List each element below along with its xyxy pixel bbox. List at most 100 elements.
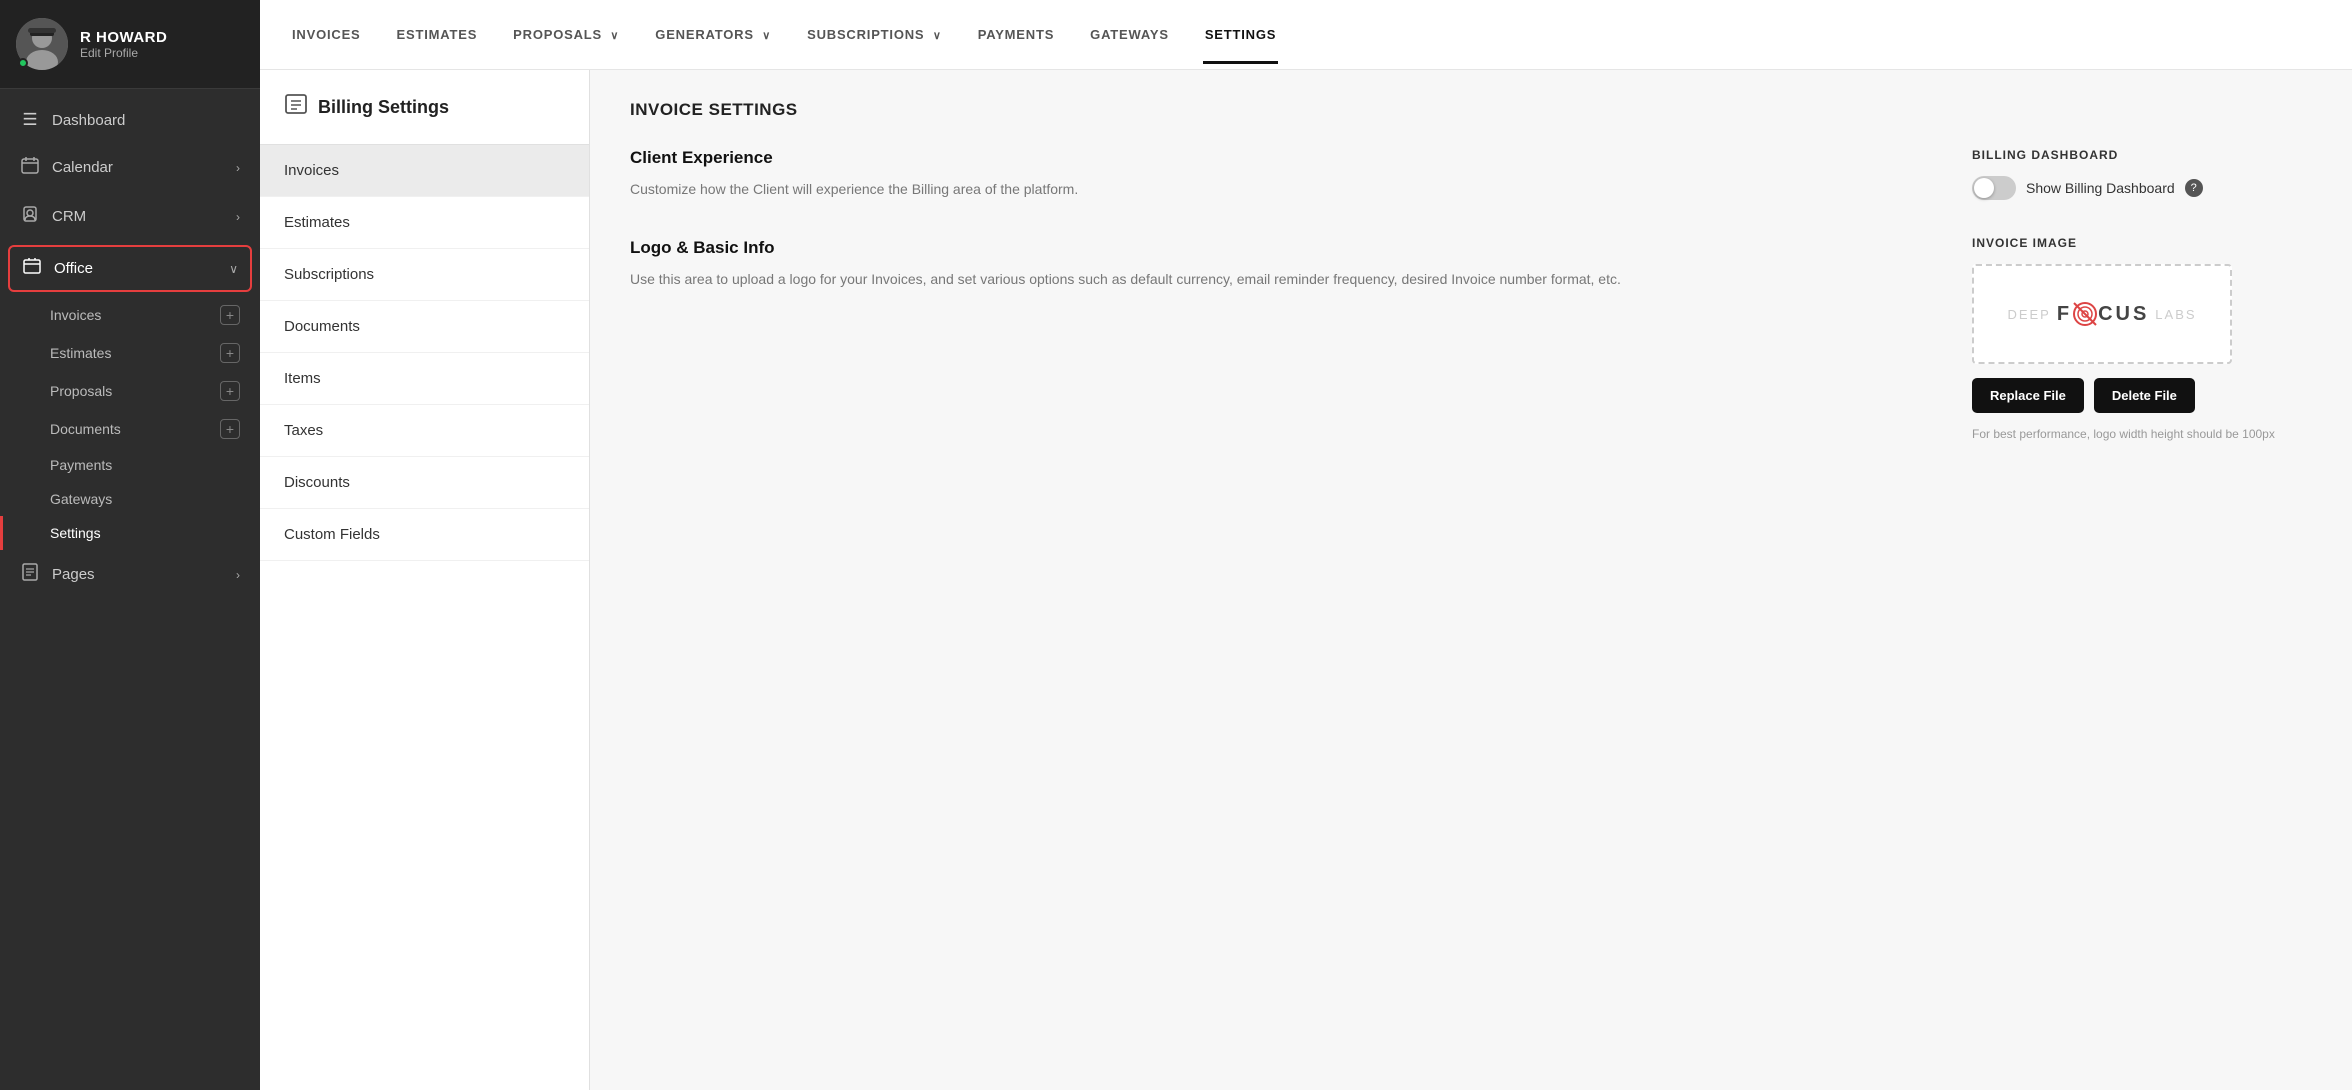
sub-nav-item-proposals[interactable]: Proposals + xyxy=(0,372,260,410)
sub-nav-item-payments[interactable]: Payments xyxy=(0,448,260,482)
replace-file-button[interactable]: Replace File xyxy=(1972,378,2084,413)
billing-menu-item-documents[interactable]: Documents xyxy=(260,301,589,353)
tab-settings[interactable]: SETTINGS xyxy=(1203,5,1278,64)
profile-name: R HOWARD xyxy=(80,29,167,46)
calendar-icon xyxy=(20,156,40,179)
invoice-panel: INVOICE SETTINGS Client Experience Custo… xyxy=(590,70,2352,1090)
chevron-right-icon: › xyxy=(236,161,240,175)
toggle-knob xyxy=(1974,178,1994,198)
billing-menu-item-discounts[interactable]: Discounts xyxy=(260,457,589,509)
sub-nav-item-invoices[interactable]: Invoices + xyxy=(0,296,260,334)
sub-nav-label: Gateways xyxy=(50,491,112,507)
billing-settings-icon xyxy=(284,92,308,122)
chevron-right-icon: › xyxy=(236,568,240,582)
image-hint: For best performance, logo width height … xyxy=(1972,425,2312,443)
invoice-image-section-title: INVOICE IMAGE xyxy=(1972,236,2312,250)
delete-file-button[interactable]: Delete File xyxy=(2094,378,2195,413)
sidebar: R HOWARD Edit Profile ☰ Dashboard Calend… xyxy=(0,0,260,1090)
sub-nav-label: Documents xyxy=(50,421,121,437)
crm-icon xyxy=(20,205,40,228)
office-icon xyxy=(22,257,42,280)
sidebar-item-calendar[interactable]: Calendar › xyxy=(0,143,260,192)
sub-nav-label: Proposals xyxy=(50,383,112,399)
logo-basic-info-desc: Use this area to upload a logo for your … xyxy=(630,268,1912,292)
top-nav: INVOICES ESTIMATES PROPOSALS ∨ GENERATOR… xyxy=(260,0,2352,70)
billing-panel: Billing Settings Invoices Estimates Subs… xyxy=(260,70,590,1090)
sidebar-nav: ☰ Dashboard Calendar › CRM › Office xyxy=(0,89,260,1090)
billing-panel-header: Billing Settings xyxy=(260,70,589,145)
subscriptions-dropdown-icon: ∨ xyxy=(933,30,942,42)
billing-menu-item-estimates[interactable]: Estimates xyxy=(260,197,589,249)
sub-nav-item-estimates[interactable]: Estimates + xyxy=(0,334,260,372)
add-documents-icon[interactable]: + xyxy=(220,419,240,439)
invoice-image-box: DEEP F CUS xyxy=(1972,264,2232,364)
sidebar-item-pages[interactable]: Pages › xyxy=(0,550,260,599)
add-invoices-icon[interactable]: + xyxy=(220,305,240,325)
settings-right: BILLING DASHBOARD Show Billing Dashboard… xyxy=(1972,148,2312,443)
billing-menu-item-taxes[interactable]: Taxes xyxy=(260,405,589,457)
sidebar-item-label: Office xyxy=(54,260,217,277)
dashboard-icon: ☰ xyxy=(20,110,40,130)
sub-nav-label: Estimates xyxy=(50,345,111,361)
invoice-settings-title: INVOICE SETTINGS xyxy=(630,100,2312,120)
logo-deep: DEEP xyxy=(2007,307,2050,322)
billing-dashboard-section-title: BILLING DASHBOARD xyxy=(1972,148,2312,162)
toggle-label: Show Billing Dashboard xyxy=(2026,180,2175,196)
logo-labs: LABS xyxy=(2155,307,2196,322)
invoice-image-section: INVOICE IMAGE DEEP F xyxy=(1972,236,2312,443)
client-experience-desc: Customize how the Client will experience… xyxy=(630,178,1912,202)
sub-nav-label: Invoices xyxy=(50,307,101,323)
office-highlight-border: Office ∨ xyxy=(8,245,252,292)
sidebar-profile[interactable]: R HOWARD Edit Profile xyxy=(0,0,260,89)
logo-basic-info-section: Logo & Basic Info Use this area to uploa… xyxy=(630,238,1912,292)
help-icon[interactable]: ? xyxy=(2185,179,2203,197)
logo-basic-info-title: Logo & Basic Info xyxy=(630,238,1912,258)
image-buttons: Replace File Delete File xyxy=(1972,378,2312,413)
lens-icon xyxy=(2072,301,2098,327)
tab-generators[interactable]: GENERATORS ∨ xyxy=(653,5,773,64)
sidebar-item-label: CRM xyxy=(52,208,224,225)
profile-edit-link[interactable]: Edit Profile xyxy=(80,46,167,60)
avatar-wrapper xyxy=(16,18,68,70)
tab-estimates[interactable]: ESTIMATES xyxy=(395,5,480,64)
sidebar-item-label: Pages xyxy=(52,566,224,583)
logo-image: DEEP F CUS xyxy=(2007,301,2196,327)
sub-nav-item-gateways[interactable]: Gateways xyxy=(0,482,260,516)
tab-subscriptions[interactable]: SUBSCRIPTIONS ∨ xyxy=(805,5,944,64)
profile-info: R HOWARD Edit Profile xyxy=(80,29,167,60)
proposals-dropdown-icon: ∨ xyxy=(610,30,619,42)
add-proposals-icon[interactable]: + xyxy=(220,381,240,401)
billing-dashboard-toggle[interactable] xyxy=(1972,176,2016,200)
settings-left: Client Experience Customize how the Clie… xyxy=(630,148,1912,443)
tab-proposals[interactable]: PROPOSALS ∨ xyxy=(511,5,621,64)
sub-nav-label: Payments xyxy=(50,457,112,473)
billing-dashboard-row: Show Billing Dashboard ? xyxy=(1972,176,2312,200)
client-experience-title: Client Experience xyxy=(630,148,1912,168)
sidebar-item-dashboard[interactable]: ☰ Dashboard xyxy=(0,97,260,143)
office-sub-nav: Invoices + Estimates + Proposals + Docum… xyxy=(0,296,260,550)
generators-dropdown-icon: ∨ xyxy=(762,30,771,42)
tab-invoices[interactable]: INVOICES xyxy=(290,5,363,64)
billing-menu-item-invoices[interactable]: Invoices xyxy=(260,145,589,197)
billing-menu-item-custom-fields[interactable]: Custom Fields xyxy=(260,509,589,561)
logo-focus: F CUS xyxy=(2057,301,2149,327)
sub-nav-item-documents[interactable]: Documents + xyxy=(0,410,260,448)
add-estimates-icon[interactable]: + xyxy=(220,343,240,363)
content-area: Billing Settings Invoices Estimates Subs… xyxy=(260,70,2352,1090)
settings-grid: Client Experience Customize how the Clie… xyxy=(630,148,2312,443)
billing-panel-title: Billing Settings xyxy=(318,97,449,118)
billing-menu-item-items[interactable]: Items xyxy=(260,353,589,405)
tab-payments[interactable]: PAYMENTS xyxy=(976,5,1056,64)
sidebar-item-office[interactable]: Office ∨ xyxy=(10,247,250,290)
pages-icon xyxy=(20,563,40,586)
tab-gateways[interactable]: GATEWAYS xyxy=(1088,5,1171,64)
sidebar-item-label: Calendar xyxy=(52,159,224,176)
sub-nav-item-settings[interactable]: Settings xyxy=(0,516,260,550)
main-content: INVOICES ESTIMATES PROPOSALS ∨ GENERATOR… xyxy=(260,0,2352,1090)
billing-menu-item-subscriptions[interactable]: Subscriptions xyxy=(260,249,589,301)
sidebar-item-crm[interactable]: CRM › xyxy=(0,192,260,241)
billing-dashboard-section: BILLING DASHBOARD Show Billing Dashboard… xyxy=(1972,148,2312,200)
client-experience-section: Client Experience Customize how the Clie… xyxy=(630,148,1912,202)
online-indicator xyxy=(18,58,28,68)
chevron-right-icon: › xyxy=(236,210,240,224)
